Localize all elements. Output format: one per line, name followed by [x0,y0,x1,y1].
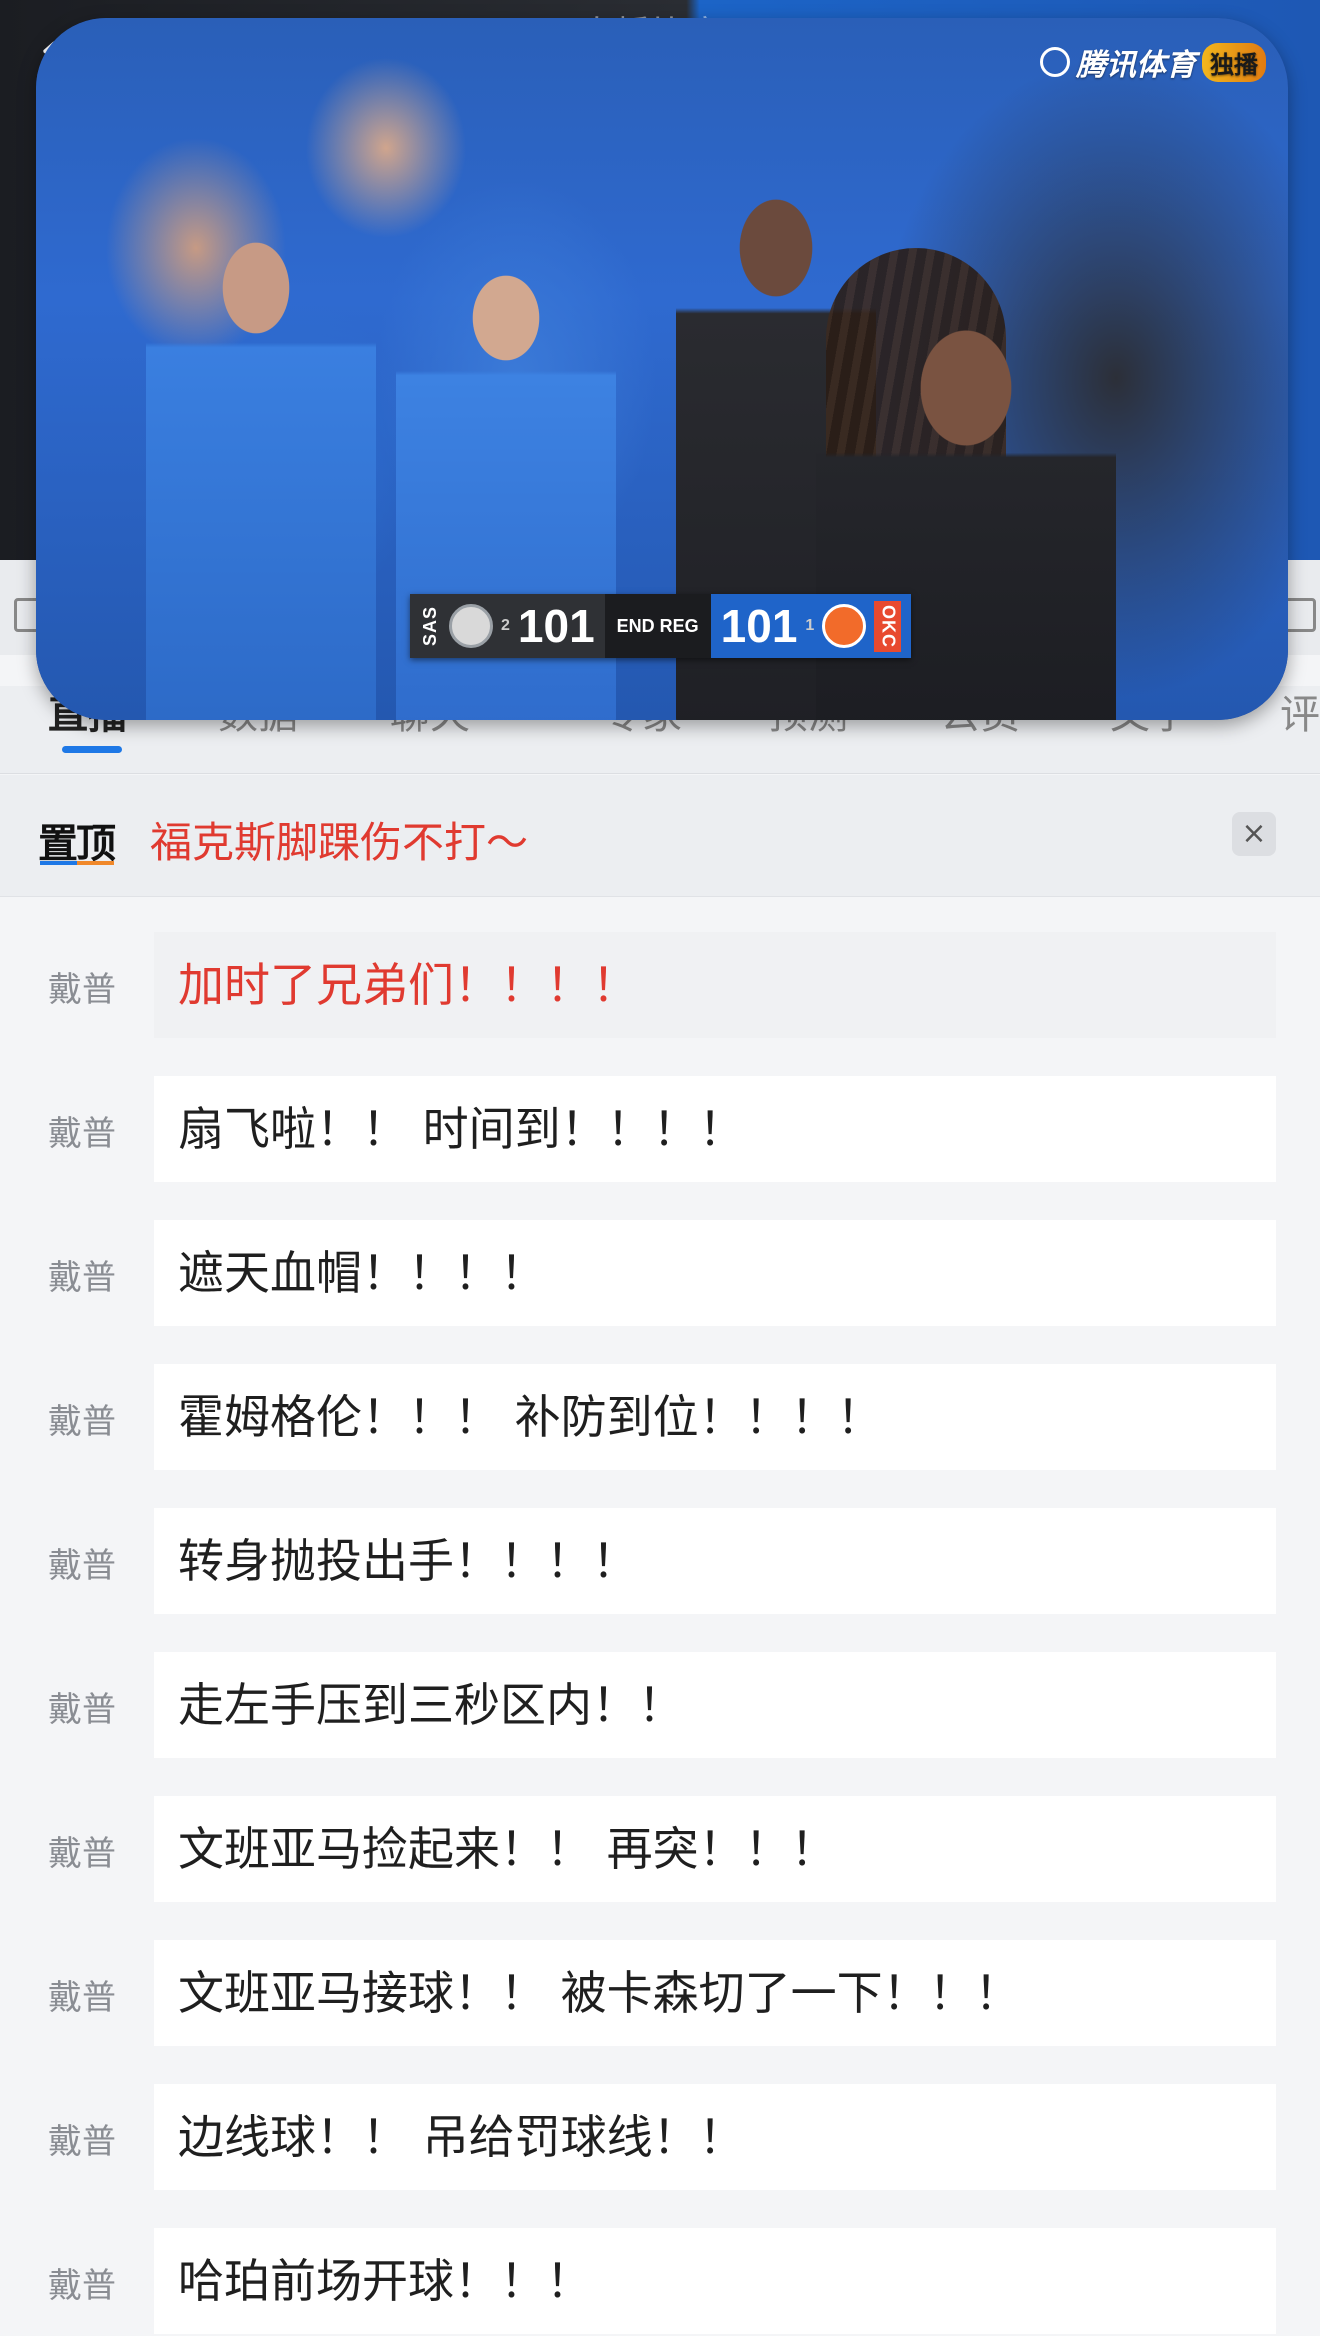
fan-figure [146,228,376,720]
home-team-abbr: OKC [874,600,902,652]
list-item: 戴普 霍姆格伦！！！ 补防到位！！！！ [0,1364,1320,1472]
active-tab-indicator [62,746,122,753]
list-item: 戴普 文班亚马接球！！ 被卡森切了一下！！！ [0,1940,1320,2048]
home-score: 101 [720,600,798,652]
comment-author: 戴普 [48,1114,116,1154]
comment-author: 戴普 [48,1402,116,1442]
exclusive-badge: 独播 [1202,42,1266,82]
comment-author: 戴普 [48,1978,116,2018]
comment-author: 戴普 [48,1690,116,1730]
away-team-abbr: SAS [420,605,440,646]
comment-text: 文班亚马接球！！ 被卡森切了一下！！！ [154,1940,1276,2046]
comment-author: 戴普 [48,1258,116,1298]
comment-text: 文班亚马捡起来！！ 再突！！！ [154,1796,1276,1902]
pinned-banner: 置顶 福克斯脚踝伤不打～ [0,775,1320,897]
away-timeouts: 2 [501,617,510,634]
away-score: 101 [517,600,595,652]
scorebug: SAS 2 101 END REG 101 1 OKC [410,594,912,658]
away-team-block: SAS 2 101 [410,594,605,658]
comment-text: 加时了兄弟们！！！！ [154,932,1276,1038]
comment-text: 哈珀前场开球！！！ [154,2228,1276,2334]
list-item: 戴普 哈珀前场开球！！！ [0,2228,1320,2336]
comment-text: 转身抛投出手！！！！ [154,1508,1276,1614]
list-item: 戴普 扇飞啦！！ 时间到！！！！ [0,1076,1320,1184]
broadcaster-watermark: 腾讯体育 独播 [1040,40,1266,84]
comment-text: 扇飞啦！！ 时间到！！！！ [154,1076,1276,1182]
commentary-feed[interactable]: 戴普 加时了兄弟们！！！！ 戴普 扇飞啦！！ 时间到！！！！ 戴普 遮天血帽！！… [0,897,1320,2334]
comment-author: 戴普 [48,2122,116,2162]
home-team-block: 101 1 OKC [710,594,912,658]
comment-text: 边线球！！ 吊给罚球线！！ [154,2084,1276,2190]
list-item: 戴普 加时了兄弟们！！！！ [0,932,1320,1040]
comment-author: 戴普 [48,2266,116,2306]
pinned-label-underline [40,861,114,865]
home-timeouts: 1 [805,617,815,634]
list-item: 戴普 转身抛投出手！！！！ [0,1508,1320,1616]
comment-author: 戴普 [48,970,116,1010]
list-item: 戴普 遮天血帽！！！！ [0,1220,1320,1328]
comment-author: 戴普 [48,1546,116,1586]
comment-text: 霍姆格伦！！！ 补防到位！！！！ [154,1364,1276,1470]
list-item: 戴普 文班亚马捡起来！！ 再突！！！ [0,1796,1320,1904]
spurs-logo-icon [449,604,493,648]
comment-text: 遮天血帽！！！！ [154,1220,1276,1326]
tencent-sports-logo-icon [1040,47,1070,77]
thunder-logo-icon [822,604,867,648]
watermark-text: 腾讯体育 [1076,48,1196,83]
comment-author: 戴普 [48,1834,116,1874]
comment-text: 走左手压到三秒区内！！ [154,1652,1276,1758]
pinned-message: 福克斯脚踝伤不打～ [150,818,529,867]
close-icon[interactable]: × [1232,812,1276,856]
game-status: END REG [604,594,711,658]
list-item: 戴普 走左手压到三秒区内！！ [0,1652,1320,1760]
list-item: 戴普 边线球！！ 吊给罚球线！！ [0,2084,1320,2192]
